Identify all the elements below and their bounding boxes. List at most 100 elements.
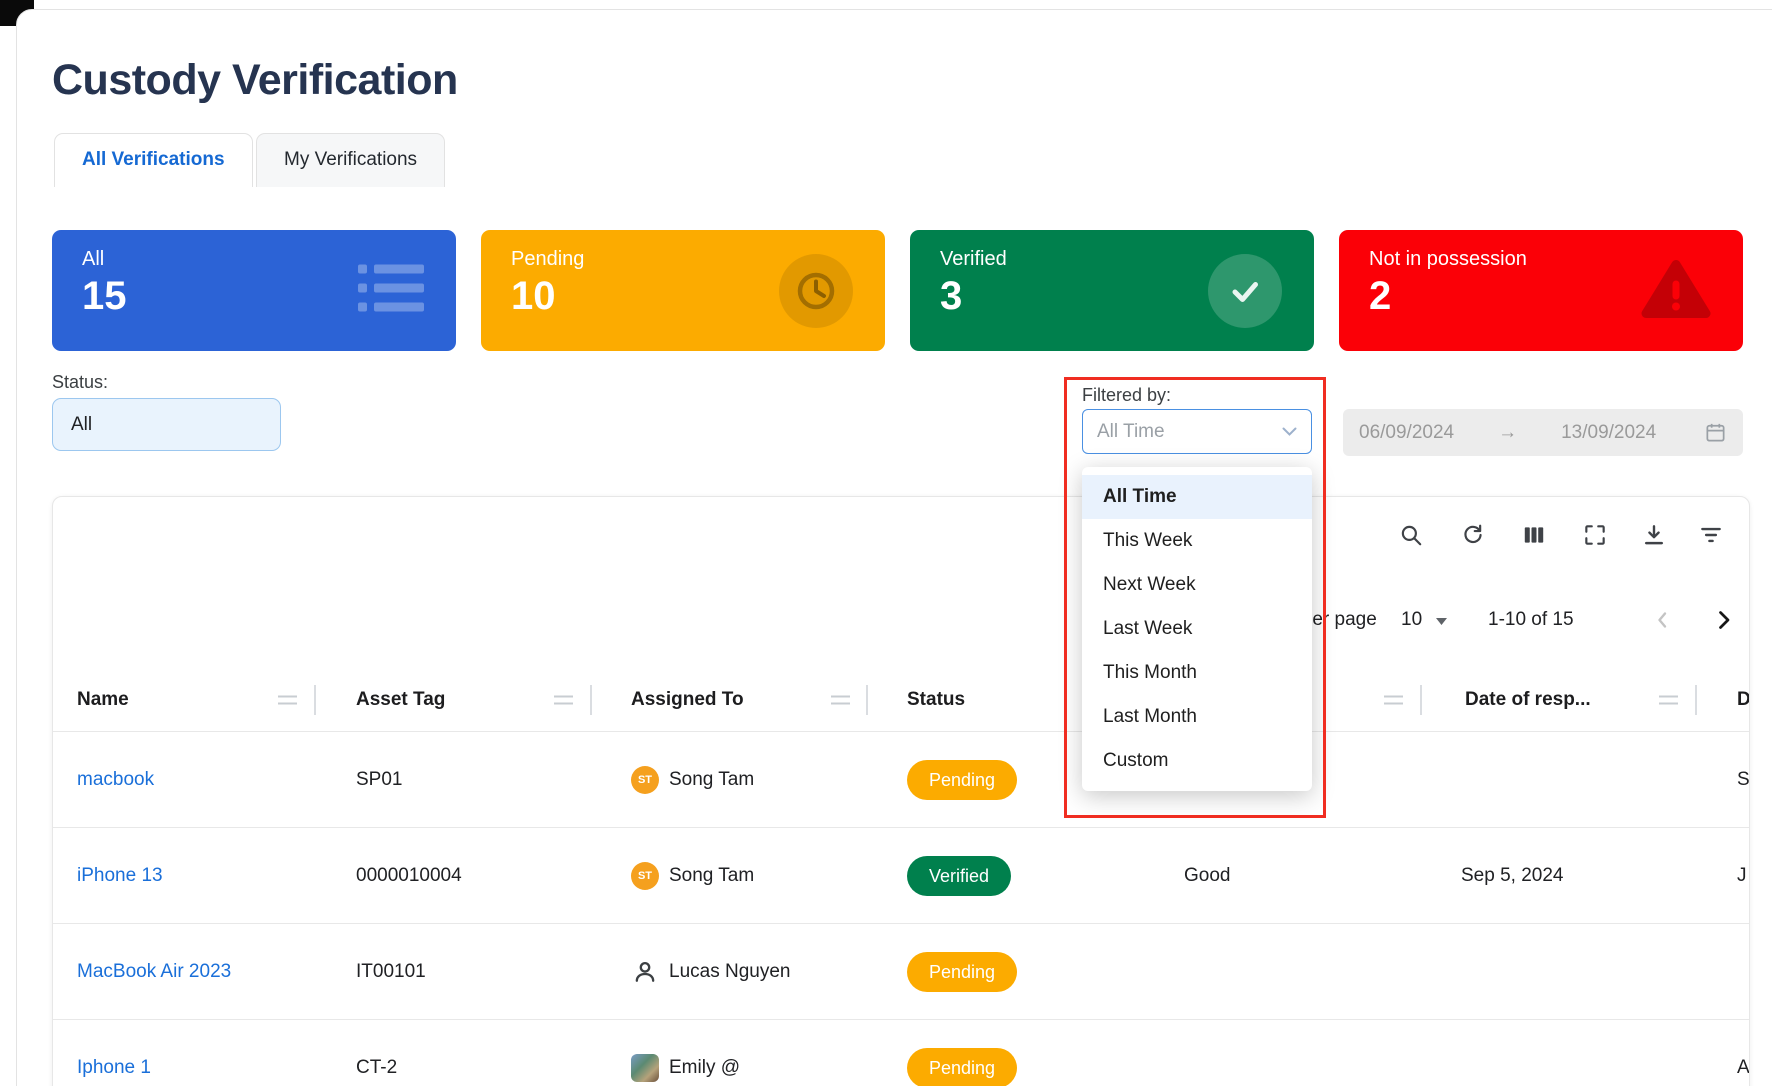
search-button[interactable]	[1397, 523, 1425, 551]
column-resize-handle[interactable]	[831, 696, 850, 705]
assigned-to-cell: ST Song Tam	[631, 862, 754, 890]
status-cell: Pending	[907, 760, 1017, 800]
menu-item-custom[interactable]: Custom	[1082, 739, 1312, 783]
avatar-initials: ST	[631, 766, 659, 794]
assigned-to-cell: Emily @	[631, 1054, 740, 1082]
table-row[interactable]: Iphone 1 CT-2 Emily @ Pending A	[53, 1019, 1750, 1086]
chevron-left-icon	[1651, 608, 1675, 632]
download-icon	[1641, 522, 1667, 553]
menu-item-this-month[interactable]: This Month	[1082, 651, 1312, 695]
menu-item-all-time[interactable]: All Time	[1082, 475, 1312, 519]
status-select-value: All	[71, 414, 92, 436]
date-range-input[interactable]: 06/09/2024 → 13/09/2024	[1343, 409, 1743, 456]
tab-all-verifications[interactable]: All Verifications	[54, 133, 253, 187]
assignee-name: Lucas Nguyen	[669, 961, 790, 983]
column-divider	[314, 685, 316, 715]
stat-value: 2	[1369, 274, 1391, 319]
asset-name-link[interactable]: MacBook Air 2023	[77, 961, 231, 983]
column-header-assigned-to[interactable]: Assigned To	[631, 689, 744, 711]
assignee-name: Song Tam	[669, 769, 754, 791]
status-badge: Pending	[907, 1048, 1017, 1086]
date-of-resp-cell: Sep 5, 2024	[1461, 865, 1563, 887]
stat-cards: All 15 Pending 10 Verified 3	[52, 230, 1743, 351]
tab-my-verifications[interactable]: My Verifications	[256, 133, 445, 187]
table-row[interactable]: MacBook Air 2023 IT00101 Lucas Nguyen Pe…	[53, 923, 1750, 1019]
column-header-date-of-resp[interactable]: Date of resp...	[1465, 689, 1591, 711]
asset-tag-cell: SP01	[356, 769, 402, 791]
status-select[interactable]: All	[52, 398, 281, 451]
asset-name-link[interactable]: macbook	[77, 769, 154, 791]
arrow-dropdown-icon	[1436, 618, 1447, 625]
columns-icon	[1521, 522, 1547, 553]
stat-card-pending[interactable]: Pending 10	[481, 230, 885, 351]
page-title: Custody Verification	[52, 56, 458, 105]
clock-icon	[779, 254, 853, 328]
refresh-button[interactable]	[1459, 523, 1487, 551]
fullscreen-button[interactable]	[1581, 523, 1609, 551]
status-cell: Verified	[907, 856, 1011, 896]
next-page-button[interactable]	[1709, 606, 1737, 634]
check-circle-icon	[1208, 254, 1282, 328]
menu-item-next-week[interactable]: Next Week	[1082, 563, 1312, 607]
screen: Custody Verification All Verifications M…	[0, 0, 1772, 1086]
menu-item-this-week[interactable]: This Week	[1082, 519, 1312, 563]
chevron-down-icon	[1282, 427, 1297, 437]
stat-card-all[interactable]: All 15	[52, 230, 456, 351]
verifications-table-card: Rows per page 10 1-10 of 15 Name Asset T…	[52, 496, 1750, 1086]
pagination-bar: Rows per page 10 1-10 of 15	[53, 601, 1750, 639]
column-divider	[1420, 685, 1422, 715]
column-divider	[866, 685, 868, 715]
clipped-column-header[interactable]: D	[1737, 689, 1750, 711]
asset-tag-cell: 0000010004	[356, 865, 462, 887]
pagination-range: 1-10 of 15	[1488, 601, 1574, 639]
date-to: 13/09/2024	[1561, 422, 1656, 444]
stat-label: Pending	[511, 248, 584, 271]
column-resize-handle[interactable]	[1659, 696, 1678, 705]
filtered-by-value: All Time	[1097, 421, 1165, 443]
column-resize-handle[interactable]	[1384, 696, 1403, 705]
status-badge: Verified	[907, 856, 1011, 896]
stat-value: 15	[82, 274, 127, 319]
stat-label: Verified	[940, 248, 1007, 271]
menu-item-last-week[interactable]: Last Week	[1082, 607, 1312, 651]
column-header-asset-tag[interactable]: Asset Tag	[356, 689, 445, 711]
asset-tag-cell: CT-2	[356, 1057, 397, 1079]
column-divider	[1695, 685, 1697, 715]
download-button[interactable]	[1640, 523, 1668, 551]
assigned-to-cell: ST Song Tam	[631, 766, 754, 794]
stat-value: 3	[940, 274, 962, 319]
asset-tag-cell: IT00101	[356, 961, 426, 983]
column-header-status[interactable]: Status	[907, 689, 965, 711]
stat-card-not-in-possession[interactable]: Not in possession 2	[1339, 230, 1743, 351]
rows-per-page-value: 10	[1401, 609, 1422, 630]
menu-item-last-month[interactable]: Last Month	[1082, 695, 1312, 739]
asset-name-link[interactable]: iPhone 13	[77, 865, 163, 887]
stat-card-verified[interactable]: Verified 3	[910, 230, 1314, 351]
clipped-cell: J	[1737, 865, 1747, 887]
person-icon	[631, 958, 659, 986]
stat-label: Not in possession	[1369, 248, 1527, 271]
status-badge: Pending	[907, 952, 1017, 992]
table-row[interactable]: iPhone 13 0000010004 ST Song Tam Verifie…	[53, 827, 1750, 923]
prev-page-button[interactable]	[1649, 606, 1677, 634]
column-divider	[590, 685, 592, 715]
column-resize-handle[interactable]	[278, 696, 297, 705]
list-icon	[358, 262, 424, 319]
table-header-row: Name Asset Tag Assigned To Status Date o…	[53, 669, 1750, 731]
filter-icon	[1698, 522, 1724, 553]
column-resize-handle[interactable]	[554, 696, 573, 705]
clipped-cell: A	[1737, 1057, 1750, 1079]
assignee-name: Song Tam	[669, 865, 754, 887]
column-header-name[interactable]: Name	[77, 689, 129, 711]
table-row[interactable]: macbook SP01 ST Song Tam Pending S	[53, 731, 1750, 827]
filtered-by-select[interactable]: All Time	[1082, 409, 1312, 454]
calendar-icon	[1704, 421, 1727, 444]
rows-per-page-select[interactable]: 10	[1401, 601, 1447, 639]
filter-button[interactable]	[1697, 523, 1725, 551]
stat-label: All	[82, 248, 104, 271]
avatar-photo	[631, 1054, 659, 1082]
asset-name-link[interactable]: Iphone 1	[77, 1057, 151, 1079]
avatar-initials: ST	[631, 862, 659, 890]
refresh-icon	[1460, 522, 1486, 553]
columns-button[interactable]	[1520, 523, 1548, 551]
